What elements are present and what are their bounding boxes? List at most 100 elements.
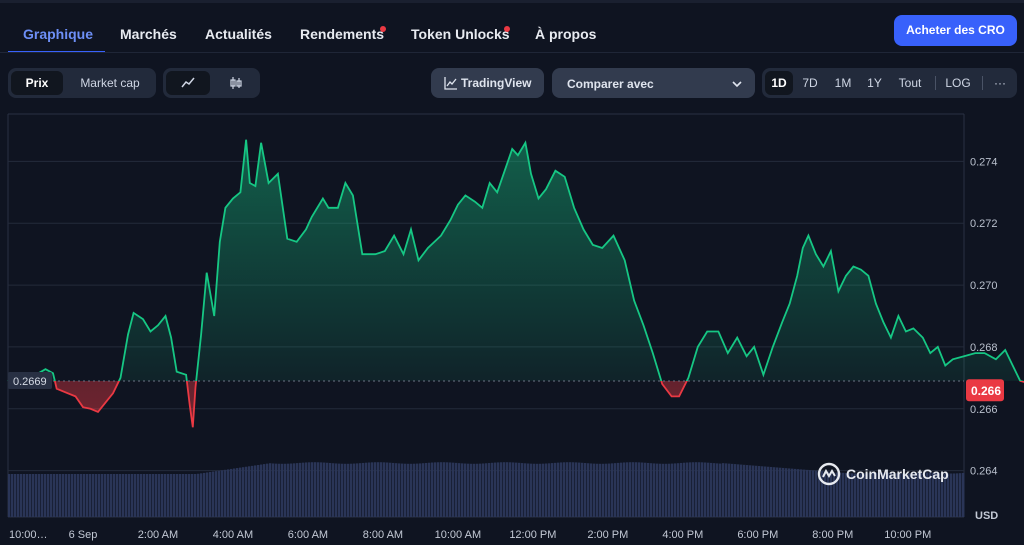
volume-bar (554, 462, 557, 517)
range-all-button[interactable]: Tout (892, 71, 928, 95)
volume-bar (341, 463, 344, 517)
volume-bar (629, 462, 632, 517)
volume-bar (458, 463, 461, 517)
volume-bar (413, 463, 416, 517)
volume-bar (305, 462, 308, 517)
volume-bar (215, 471, 218, 517)
volume-bar (653, 463, 656, 517)
volume-bar (764, 466, 767, 517)
chevron-down-icon (732, 81, 742, 88)
volume-bar (374, 462, 377, 517)
volume-bar (671, 463, 674, 517)
volume-bar (344, 463, 347, 517)
volume-bar (674, 463, 677, 517)
volume-bar (953, 473, 956, 517)
volume-bar (356, 463, 359, 517)
volume-bar (113, 474, 116, 517)
y-tick-label: 0.270 (970, 280, 998, 292)
log-scale-button[interactable]: LOG (940, 71, 976, 95)
more-options-button[interactable]: ··· (986, 71, 1014, 95)
range-1y-button[interactable]: 1Y (861, 71, 888, 95)
volume-bar (23, 474, 26, 517)
tradingview-button[interactable]: TradingView (431, 68, 544, 98)
volume-bar (260, 464, 263, 517)
volume-bar (467, 463, 470, 517)
volume-bar (725, 463, 728, 517)
volume-bar (272, 463, 275, 517)
volume-bar (314, 462, 317, 517)
volume-bar (452, 462, 455, 517)
volume-bar (407, 463, 410, 517)
volume-bar (371, 462, 374, 517)
volume-bar (626, 462, 629, 517)
volume-bar (701, 462, 704, 517)
volume-bar (404, 463, 407, 517)
chart-area-icon (444, 77, 457, 90)
volume-bar (131, 474, 134, 517)
tab-marches[interactable]: Marchés (120, 26, 177, 42)
metric-market-cap-button[interactable]: Market cap (67, 71, 153, 95)
volume-bar (485, 463, 488, 517)
x-tick-label: 10:00 PM (884, 529, 931, 541)
volume-bar (158, 474, 161, 517)
volume-bar (95, 474, 98, 517)
volume-bar (83, 474, 86, 517)
range-1m-button[interactable]: 1M (827, 71, 859, 95)
x-tick-label: 4:00 PM (662, 529, 703, 541)
line-chart-icon (181, 77, 195, 88)
volume-bar (689, 462, 692, 517)
tradingview-label: TradingView (461, 76, 532, 90)
candlestick-chart-button[interactable] (214, 71, 257, 95)
tab-token-unlocks[interactable]: Token Unlocks (411, 26, 510, 42)
volume-bar (35, 474, 38, 517)
volume-bar (68, 474, 71, 517)
tab-a-propos[interactable]: À propos (535, 26, 596, 42)
volume-bar (89, 474, 92, 517)
candlestick-icon (229, 77, 242, 89)
compare-select[interactable]: Comparer avec (552, 68, 755, 98)
volume-bar (572, 462, 575, 517)
volume-bar (350, 463, 353, 517)
volume-bar (269, 463, 272, 517)
volume-bar (182, 474, 185, 517)
tab-rendements[interactable]: Rendements (300, 26, 384, 42)
x-tick-label: 4:00 AM (213, 529, 253, 541)
y-axis: 0.274 0.272 0.270 0.268 0.266 0.264 (970, 156, 998, 477)
volume-bar (329, 462, 332, 517)
volume-bar (503, 462, 506, 517)
volume-bar (206, 472, 209, 517)
volume-bar (686, 462, 689, 517)
line-chart-button[interactable] (166, 71, 210, 95)
volume-bar (275, 463, 278, 517)
tab-graphique[interactable]: Graphique (23, 26, 93, 42)
volume-bar (617, 462, 620, 517)
range-divider (935, 76, 936, 90)
metric-price-button[interactable]: Prix (11, 71, 63, 95)
volume-bar (950, 473, 953, 517)
volume-bar (194, 474, 197, 517)
volume-bar (440, 462, 443, 517)
volume-bar (575, 462, 578, 517)
range-1d-button[interactable]: 1D (765, 71, 793, 95)
volume-bar (320, 462, 323, 517)
volume-bar (62, 474, 65, 517)
volume-bar (59, 474, 62, 517)
volume-bar (197, 473, 200, 517)
volume-bar (65, 474, 68, 517)
tab-actualites[interactable]: Actualités (205, 26, 272, 42)
volume-bar (773, 467, 776, 517)
volume-bar (719, 463, 722, 517)
volume-bar (332, 463, 335, 517)
volume-bar (755, 465, 758, 517)
range-7d-button[interactable]: 7D (796, 71, 824, 95)
volume-bar (779, 467, 782, 517)
volume-bar (803, 469, 806, 517)
y-tick-label: 0.266 (970, 404, 998, 416)
volume-bar (740, 464, 743, 517)
volume-bar (302, 462, 305, 517)
volume-bar (494, 462, 497, 517)
buy-cro-button[interactable]: Acheter des CRO (894, 15, 1017, 46)
volume-bar (77, 474, 80, 517)
volume-bar (527, 463, 530, 517)
volume-bar (221, 470, 224, 517)
